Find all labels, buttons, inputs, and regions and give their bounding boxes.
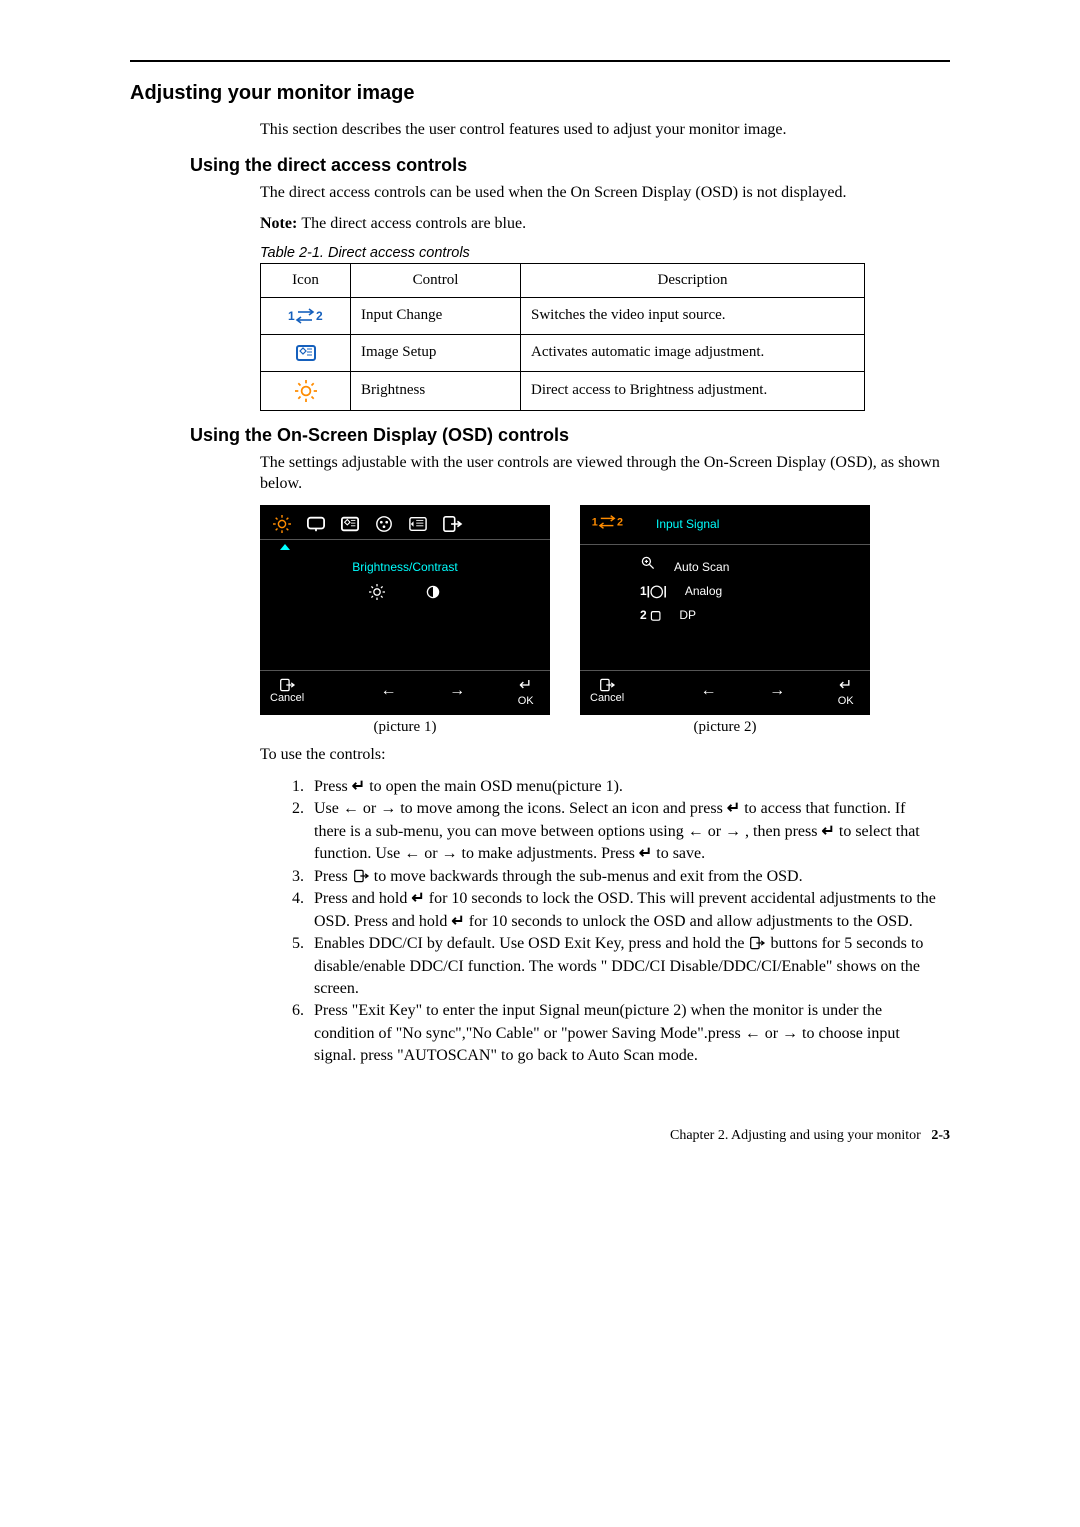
list-label: DP [679,603,696,627]
control-name: Brightness [351,371,521,410]
direct-access-paragraph: The direct access controls can be used w… [260,182,940,204]
step-5: Enables DDC/CI by default. Use OSD Exit … [308,933,940,1000]
control-desc: Switches the video input source. [521,297,865,334]
right-arrow-icon: → [442,843,458,865]
page-number: 2-3 [931,1128,950,1143]
table-caption: Table 2-1. Direct access controls [260,245,950,261]
picture-1-label: (picture 1) [260,715,550,736]
step-1: Press ↵ to open the main OSD menu(pictur… [308,776,940,799]
list-item[interactable]: 2 ▢ DP [640,603,870,627]
contrast-subicon [425,584,441,603]
brightness-icon [261,371,351,410]
sun-icon [268,513,296,535]
control-desc: Activates automatic image adjustment. [521,334,865,371]
options-icon [404,513,432,535]
enter-icon: ↵ [451,911,464,933]
heading-direct-access: Using the direct access controls [190,155,950,176]
table-row: Brightness Direct access to Brightness a… [261,371,865,410]
note-paragraph: Note: The direct access controls are blu… [260,213,940,235]
exit-icon [748,933,766,955]
direct-access-table: Icon Control Description Input Change Sw… [260,263,865,411]
left-arrow-button[interactable]: ← [374,682,403,700]
osd2-list: Auto Scan 1|◯| Analog 2 ▢ DP [580,545,870,627]
control-name: Image Setup [351,334,521,371]
list-label: Auto Scan [674,555,729,579]
left-arrow-icon: ← [688,821,704,843]
picture-2-label: (picture 2) [580,715,870,736]
intro-paragraph: This section describes the user control … [260,119,940,141]
cancel-label: Cancel [590,692,624,704]
right-arrow-button[interactable]: → [443,682,472,700]
picture-labels: (picture 1) (picture 2) [260,715,950,736]
enter-icon: ↵ [821,821,834,843]
image-setup-icon [261,334,351,371]
top-rule [130,60,950,62]
osd2-bottom-bar: Cancel ← → ↵ OK [580,670,870,715]
right-arrow-icon: → [380,798,396,820]
list-label: Analog [685,579,722,603]
input-signal-icon [590,513,626,536]
left-arrow-icon: ← [745,1023,761,1045]
table-header-row: Icon Control Description [261,263,865,297]
control-name: Input Change [351,297,521,334]
osd-figures: Brightness/Contrast Cancel ← → ↵ OK [260,505,950,715]
table-row: Image Setup Activates automatic image ad… [261,334,865,371]
osd2-header: Input Signal [580,505,870,545]
page-footer: Chapter 2. Adjusting and using your moni… [130,1128,950,1144]
osd2-title: Input Signal [656,517,719,531]
input-change-icon [261,297,351,334]
step-2: Use ← or → to move among the icons. Sele… [308,798,940,866]
dp-icon: 2 ▢ [640,603,661,627]
exit-icon [438,513,466,535]
image-setup-icon [336,513,364,535]
control-desc: Direct access to Brightness adjustment. [521,371,865,410]
step-6: Press "Exit Key" to enter the input Sign… [308,1000,940,1067]
enter-icon: ↵ [411,888,424,910]
col-icon: Icon [261,263,351,297]
screen-icon [302,513,330,535]
osd-picture-2: Input Signal Auto Scan 1|◯| Analog 2 ▢ D… [580,505,870,715]
ok-label: OK [838,695,854,707]
ok-button[interactable]: ↵ OK [511,675,540,707]
step-3: Press to move backwards through the sub-… [308,866,940,889]
enter-icon: ↵ [727,798,740,820]
enter-icon: ↵ [352,776,365,798]
left-arrow-icon: ← [343,798,359,820]
to-use-controls: To use the controls: [260,744,940,766]
list-item[interactable]: Auto Scan [640,555,870,579]
cancel-label: Cancel [270,692,304,704]
exit-icon [352,866,370,888]
left-arrow-button[interactable]: ← [694,682,723,700]
steps-list: Press ↵ to open the main OSD menu(pictur… [290,776,940,1068]
list-item[interactable]: 1|◯| Analog [640,579,870,603]
enter-icon: ↵ [639,843,652,865]
step-4: Press and hold ↵ for 10 seconds to lock … [308,888,940,933]
left-arrow-icon: ← [404,843,420,865]
ok-label: OK [518,695,534,707]
color-icon [370,513,398,535]
cancel-button[interactable]: Cancel [270,678,304,704]
chapter-ref: Chapter 2. Adjusting and using your moni… [670,1128,921,1143]
osd1-bottom-bar: Cancel ← → ↵ OK [260,670,550,715]
cancel-button[interactable]: Cancel [590,678,624,704]
analog-icon: 1|◯| [640,579,667,603]
heading-adjusting: Adjusting your monitor image [130,82,950,105]
brightness-subicon [369,584,385,603]
right-arrow-icon: → [782,1023,798,1045]
osd-paragraph: The settings adjustable with the user co… [260,452,940,495]
col-description: Description [521,263,865,297]
col-control: Control [351,263,521,297]
right-arrow-icon: → [725,821,741,843]
note-text: The direct access controls are blue. [301,215,526,232]
osd1-top-icons [260,505,550,540]
table-row: Input Change Switches the video input so… [261,297,865,334]
osd1-title: Brightness/Contrast [272,560,538,574]
magnify-icon [640,555,656,579]
osd-picture-1: Brightness/Contrast Cancel ← → ↵ OK [260,505,550,715]
right-arrow-button[interactable]: → [763,682,792,700]
ok-button[interactable]: ↵ OK [831,675,860,707]
heading-osd: Using the On-Screen Display (OSD) contro… [190,425,950,446]
note-label: Note: [260,215,301,232]
